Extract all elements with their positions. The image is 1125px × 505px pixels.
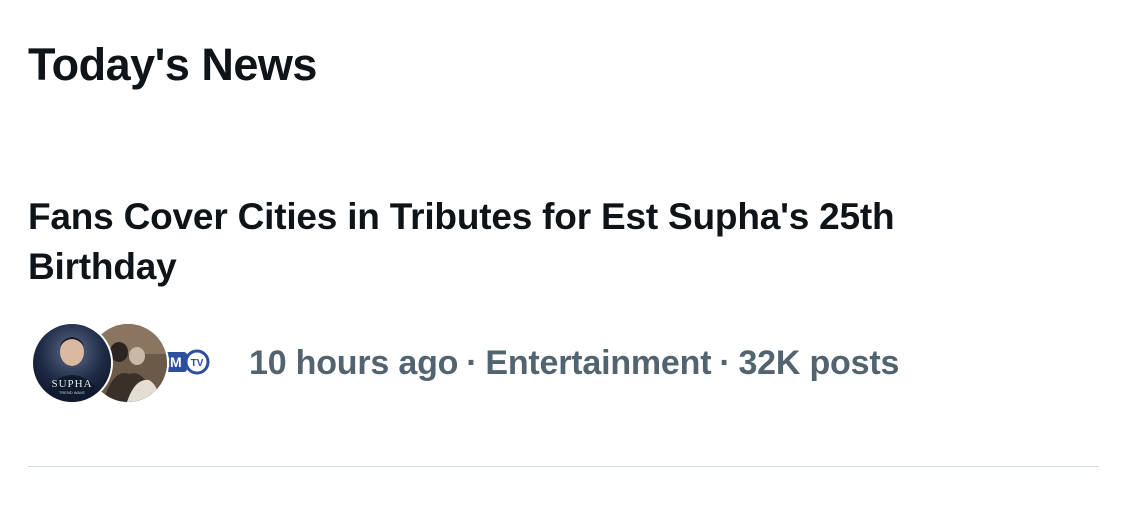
mmtv-logo-subtext: TV xyxy=(191,358,204,369)
section-title: Today's News xyxy=(28,39,317,90)
news-item[interactable]: Fans Cover Cities in Tributes for Est Su… xyxy=(0,180,1125,470)
meta-separator: · xyxy=(719,343,731,382)
avatar-group: SUPHA TREND WAVE MM TV xyxy=(31,322,223,404)
supha-avatar-text: SUPHA xyxy=(51,378,92,390)
news-category: Entertainment xyxy=(485,343,712,382)
section-divider xyxy=(28,466,1099,467)
news-meta-text: 10 hours ago · Entertainment · 32K posts xyxy=(249,344,899,383)
news-headline[interactable]: Fans Cover Cities in Tributes for Est Su… xyxy=(28,192,988,292)
supha-trend-wave-avatar: SUPHA TREND WAVE xyxy=(31,322,113,404)
news-post-count: 32K posts xyxy=(738,343,900,382)
meta-separator: · xyxy=(466,343,478,382)
news-meta-row: SUPHA TREND WAVE MM TV 10 hours ago · En… xyxy=(31,322,899,404)
news-time: 10 hours ago xyxy=(249,343,459,382)
supha-avatar-subtext: TREND WAVE xyxy=(59,390,86,395)
